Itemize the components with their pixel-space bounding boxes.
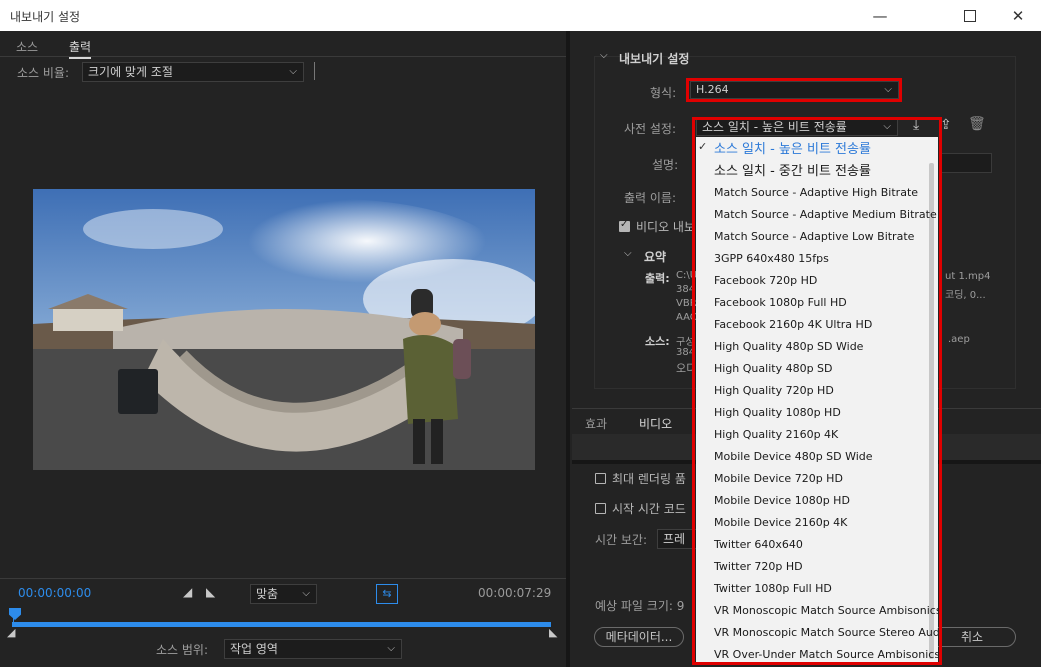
in-point-handle[interactable]: ◢	[7, 626, 15, 639]
summary-output-label: 출력:	[645, 272, 670, 285]
summary-title: 요약	[644, 250, 667, 264]
out-point-handle[interactable]: ◣	[549, 626, 557, 639]
minimize-icon: —	[872, 6, 888, 25]
preset-label: 사전 설정:	[624, 122, 677, 136]
preview-image	[33, 189, 535, 470]
export-video-label: 비디오 내보	[636, 220, 696, 234]
summary-collapse-icon[interactable]: ⌵	[624, 248, 632, 259]
mark-out-icon[interactable]: ◣	[206, 585, 215, 599]
preset-list-highlight	[692, 117, 942, 665]
comment-label: 설명:	[652, 158, 679, 172]
vr-video-toggle[interactable]: ⇆	[376, 584, 398, 604]
source-range-value: 작업 영역	[230, 642, 278, 656]
comment-field[interactable]	[940, 153, 992, 173]
start-timecode-checkbox[interactable]	[595, 503, 606, 514]
chevron-down-icon: ⌵	[302, 588, 310, 599]
time-interpolation-dropdown[interactable]: 프레임	[657, 529, 697, 549]
format-highlight	[686, 78, 902, 102]
video-preview	[33, 189, 535, 470]
summary-source-label: 소스:	[645, 335, 670, 348]
chevron-down-icon: ⌵	[387, 643, 395, 654]
source-scale-dropdown[interactable]: 크기에 맞게 조절 ⌵	[82, 62, 304, 82]
maximize-icon	[964, 9, 976, 22]
chevron-down-icon: ⌵	[289, 66, 297, 77]
window-title: 내보내기 설정	[10, 10, 81, 24]
separator	[314, 62, 315, 80]
time-interpolation-value: 프레임	[663, 532, 686, 546]
estimated-file-size: 예상 파일 크기: 9	[595, 599, 685, 613]
tab-output[interactable]: 출력	[69, 38, 92, 59]
collapse-icon[interactable]: ⌵	[600, 50, 608, 61]
source-scale-label: 소스 비율:	[17, 66, 70, 80]
summary-output-tail: ut 1.mp4	[945, 271, 991, 282]
timeline-divider	[0, 578, 566, 579]
tab-source[interactable]: 소스	[16, 38, 38, 55]
close-icon: ✕	[1011, 6, 1025, 25]
vr-icon: ⇆	[382, 587, 392, 600]
tab-effects[interactable]: 효과	[585, 415, 607, 432]
duration-timecode: 00:00:07:29	[478, 586, 552, 600]
maximize-button[interactable]	[947, 0, 993, 31]
export-video-checkbox[interactable]	[619, 219, 630, 232]
max-render-quality-checkbox[interactable]	[595, 473, 606, 484]
mark-in-icon[interactable]: ◢	[183, 585, 192, 599]
delete-preset-icon[interactable]: 🗑	[968, 116, 986, 132]
fit-dropdown[interactable]: 맞춤 ⌵	[250, 584, 317, 604]
playhead-line	[13, 612, 14, 624]
time-interpolation-label: 시간 보간:	[595, 533, 648, 547]
minimize-button[interactable]: —	[857, 0, 903, 31]
source-scale-value: 크기에 맞게 조절	[88, 65, 173, 79]
close-button[interactable]: ✕	[995, 0, 1041, 31]
source-range-dropdown[interactable]: 작업 영역 ⌵	[224, 639, 402, 659]
start-timecode-label: 시작 시간 코드	[612, 502, 686, 516]
format-label: 형식:	[650, 86, 677, 100]
max-render-quality-label: 최대 렌더링 품	[612, 472, 686, 486]
summary-output-tail: 코딩, 0...	[945, 290, 986, 301]
work-area-bar[interactable]	[12, 622, 551, 627]
output-name-label: 출력 이름:	[624, 191, 677, 205]
fit-value: 맞춤	[256, 587, 279, 601]
title-bar: 내보내기 설정 — ✕	[0, 0, 1041, 32]
metadata-button[interactable]: 메타데이터...	[594, 627, 684, 647]
summary-source-tail: .aep	[948, 334, 970, 345]
current-timecode[interactable]: 00:00:00:00	[18, 586, 91, 600]
tab-video[interactable]: 비디오	[639, 415, 673, 436]
source-range-label: 소스 범위:	[156, 643, 209, 657]
export-settings-title: 내보내기 설정	[619, 52, 690, 66]
